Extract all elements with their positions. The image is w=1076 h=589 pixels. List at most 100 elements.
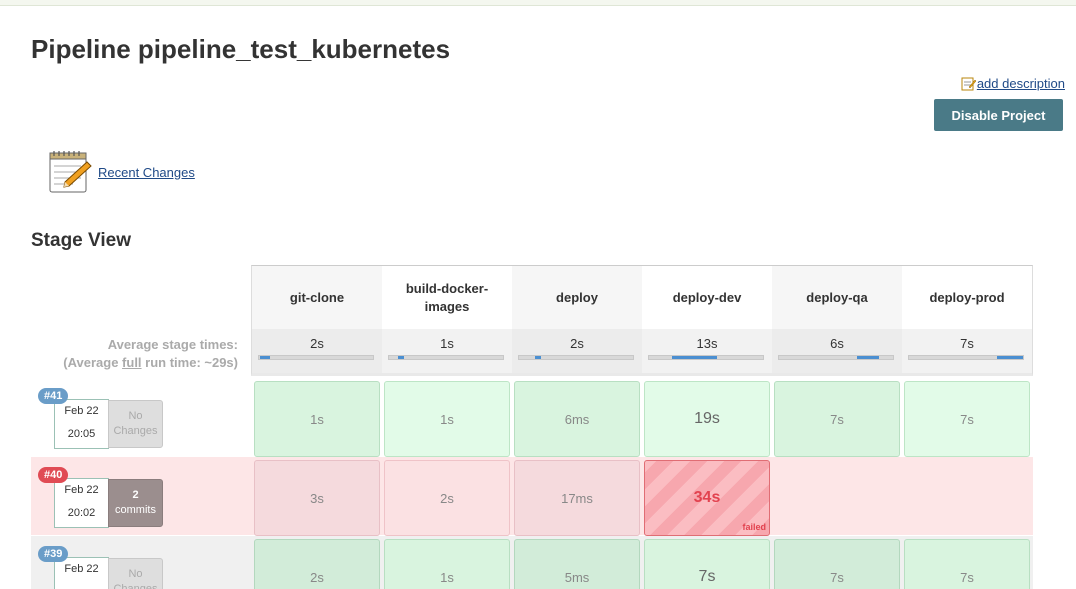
stage-result-cell: 7s bbox=[902, 536, 1032, 589]
stage-duration[interactable]: 2s bbox=[384, 460, 510, 536]
average-time-value: 2s bbox=[310, 336, 324, 351]
disable-project-button[interactable]: Disable Project bbox=[934, 99, 1063, 131]
stage-result-cell: 2s bbox=[252, 536, 382, 589]
average-time-bar bbox=[648, 355, 764, 360]
average-stage-times-label: Average stage times: (Average full run t… bbox=[63, 337, 238, 370]
stage-result-cell: 34s failed bbox=[642, 457, 772, 536]
average-time-bar-fill bbox=[260, 356, 271, 359]
stage-result-cell: 17ms bbox=[512, 457, 642, 536]
stage-result-cell: 3s bbox=[252, 457, 382, 536]
stage-header: build-docker-images bbox=[382, 266, 512, 329]
stage-result-cell: 6ms bbox=[512, 378, 642, 457]
stage-duration-value: 2s bbox=[440, 490, 454, 506]
stage-duration-value: 7s bbox=[830, 569, 844, 585]
stage-duration-value: 1s bbox=[310, 411, 324, 427]
stage-header: deploy-dev bbox=[642, 266, 772, 329]
build-date: Feb 22 bbox=[54, 557, 109, 589]
build-date: Feb 22 20:02 bbox=[54, 478, 109, 528]
stage-duration-value: 3s bbox=[310, 490, 324, 506]
stage-result-cell bbox=[772, 457, 902, 535]
average-stage-time: 7s bbox=[902, 329, 1032, 373]
run-row: Feb 22 No Changes #39 2s 1s 5ms 7s 7s 7s bbox=[31, 536, 1033, 589]
stage-header: git-clone bbox=[252, 266, 382, 329]
stage-duration[interactable]: 1s bbox=[254, 381, 380, 457]
stage-duration[interactable]: 1s bbox=[384, 381, 510, 457]
stage-duration[interactable]: 3s bbox=[254, 460, 380, 536]
average-stage-time: 6s bbox=[772, 329, 902, 373]
average-time-value: 1s bbox=[440, 336, 454, 351]
full-run-link[interactable]: full bbox=[122, 355, 142, 370]
stage-result-cell: 1s bbox=[382, 536, 512, 589]
stage-result-cell: 7s bbox=[902, 378, 1032, 457]
average-time-value: 6s bbox=[830, 336, 844, 351]
commits-button[interactable]: 2 commits bbox=[108, 479, 163, 527]
build-number-badge[interactable]: #39 bbox=[38, 546, 69, 562]
stage-view-title: Stage View bbox=[31, 230, 131, 251]
stage-grid: git-clone build-docker-images deploy dep… bbox=[251, 265, 1033, 376]
stage-header: deploy bbox=[512, 266, 642, 329]
build-number-badge[interactable]: #41 bbox=[38, 388, 69, 404]
stage-duration-value: 7s bbox=[960, 411, 974, 427]
average-times-row: 2s 1s 2s 13s 6s 7s bbox=[251, 329, 1033, 376]
stage-duration-value: 1s bbox=[440, 411, 454, 427]
stage-duration[interactable]: 7s bbox=[644, 539, 770, 589]
stage-duration[interactable]: 17ms bbox=[514, 460, 640, 536]
add-description[interactable]: add description bbox=[961, 76, 1065, 91]
stage-duration-value: 7s bbox=[698, 568, 716, 585]
no-changes-label: No Changes bbox=[108, 558, 163, 589]
run-row: Feb 22 20:02 2 commits #40 3s 2s 17ms 34s failed bbox=[31, 457, 1033, 536]
build-date: Feb 22 20:05 bbox=[54, 399, 109, 449]
stage-duration[interactable]: 5ms bbox=[514, 539, 640, 589]
stage-duration-value: 7s bbox=[830, 411, 844, 427]
stage-result-cell bbox=[902, 457, 1032, 535]
stage-duration-value: 19s bbox=[694, 410, 720, 427]
average-time-bar-fill bbox=[996, 356, 1023, 359]
top-bar bbox=[0, 0, 1076, 6]
average-time-bar-fill bbox=[671, 356, 718, 359]
stage-duration[interactable]: 7s bbox=[774, 381, 900, 457]
average-time-bar-fill bbox=[398, 356, 404, 359]
average-time-bar bbox=[908, 355, 1024, 360]
notepad-icon bbox=[47, 150, 93, 194]
run-info: Feb 22 No Changes #39 bbox=[31, 536, 251, 589]
stage-duration[interactable]: 34s failed bbox=[644, 460, 770, 536]
average-stage-time: 2s bbox=[512, 329, 642, 373]
stage-duration-value: 7s bbox=[960, 569, 974, 585]
stage-duration-value: 6ms bbox=[564, 411, 590, 427]
run-info: Feb 22 20:02 2 commits #40 bbox=[31, 457, 251, 535]
average-time-bar bbox=[778, 355, 894, 360]
stage-result-cell: 7s bbox=[772, 536, 902, 589]
stage-result-cell: 5ms bbox=[512, 536, 642, 589]
no-changes-label: No Changes bbox=[108, 400, 163, 448]
stage-result-cell: 1s bbox=[252, 378, 382, 457]
recent-changes-link[interactable]: Recent Changes bbox=[98, 165, 195, 180]
stage-duration[interactable]: 6ms bbox=[514, 381, 640, 457]
average-time-value: 13s bbox=[696, 336, 718, 351]
stage-duration[interactable]: 7s bbox=[904, 539, 1030, 589]
stage-duration-value: 17ms bbox=[561, 490, 593, 506]
average-stage-time: 13s bbox=[642, 329, 772, 373]
stage-duration-value: 34s bbox=[693, 489, 721, 506]
stage-header-row: git-clone build-docker-images deploy dep… bbox=[251, 265, 1033, 329]
stage-duration[interactable]: 2s bbox=[254, 539, 380, 589]
stage-duration[interactable]: 7s bbox=[774, 539, 900, 589]
stage-result-cell: 2s bbox=[382, 457, 512, 536]
stage-result-cell: 7s bbox=[772, 378, 902, 457]
stage-duration[interactable]: 19s bbox=[644, 381, 770, 457]
recent-changes[interactable]: Recent Changes bbox=[47, 150, 195, 194]
average-time-bar bbox=[258, 355, 374, 360]
build-number-badge[interactable]: #40 bbox=[38, 467, 69, 483]
stage-header: deploy-prod bbox=[902, 266, 1032, 329]
average-time-bar-fill bbox=[534, 356, 541, 359]
stage-duration[interactable]: 7s bbox=[904, 381, 1030, 457]
add-description-link[interactable]: add description bbox=[977, 76, 1065, 91]
stage-result-cell: 19s bbox=[642, 378, 772, 457]
edit-note-icon bbox=[961, 76, 977, 91]
stage-duration[interactable]: 1s bbox=[384, 539, 510, 589]
stage-result-cell: 7s bbox=[642, 536, 772, 589]
run-row: Feb 22 20:05 No Changes #41 1s 1s 6ms 19s 7s 7s bbox=[31, 378, 1033, 457]
stage-result-cell: 1s bbox=[382, 378, 512, 457]
page-title: Pipeline pipeline_test_kubernetes bbox=[31, 34, 451, 64]
average-time-bar bbox=[518, 355, 634, 360]
average-stage-time: 2s bbox=[252, 329, 382, 373]
